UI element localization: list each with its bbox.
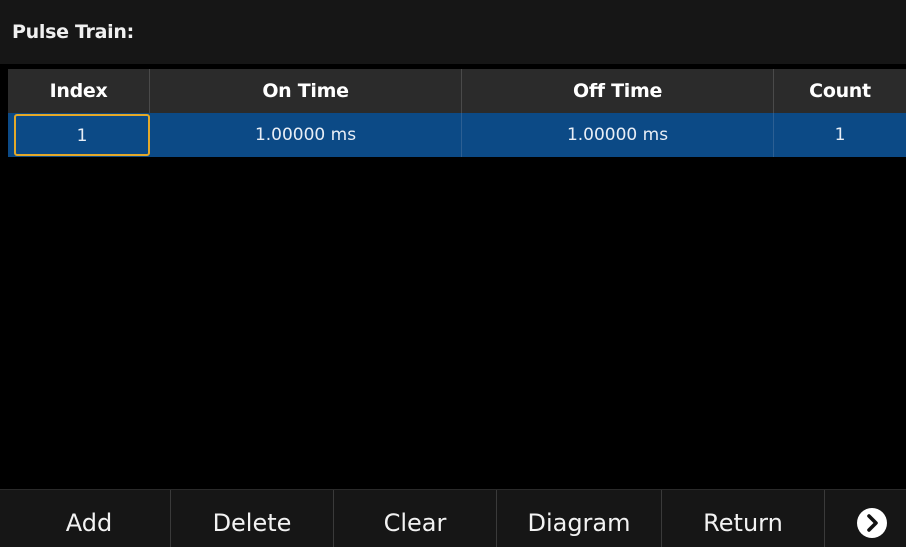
chevron-right-glyph — [867, 514, 878, 532]
column-header-on-time[interactable]: On Time — [150, 69, 462, 113]
cell-on-time[interactable]: 1.00000 ms — [150, 113, 462, 157]
title-bar: Pulse Train: — [0, 0, 906, 64]
pulse-train-screen: Pulse Train: Index On Time Off Time Coun… — [0, 0, 906, 547]
page-title: Pulse Train: — [12, 21, 134, 43]
cell-off-time[interactable]: 1.00000 ms — [462, 113, 774, 157]
column-header-off-time[interactable]: Off Time — [462, 69, 774, 113]
column-header-index[interactable]: Index — [8, 69, 150, 113]
table-header-row: Index On Time Off Time Count — [8, 69, 906, 113]
clear-button[interactable]: Clear — [334, 490, 497, 547]
return-button[interactable]: Return — [662, 490, 825, 547]
column-header-count[interactable]: Count — [774, 69, 906, 113]
add-button[interactable]: Add — [8, 490, 171, 547]
cell-index[interactable]: 1 — [14, 114, 150, 156]
chevron-right-circle-icon[interactable] — [857, 508, 887, 538]
delete-button[interactable]: Delete — [171, 490, 334, 547]
diagram-button[interactable]: Diagram — [497, 490, 662, 547]
table-row[interactable]: 1 1.00000 ms 1.00000 ms 1 — [8, 113, 906, 157]
pulse-train-table: Index On Time Off Time Count 1 1.00000 m… — [8, 64, 906, 488]
softkey-bar: Add Delete Clear Diagram Return — [0, 489, 906, 547]
cell-count[interactable]: 1 — [774, 113, 906, 157]
